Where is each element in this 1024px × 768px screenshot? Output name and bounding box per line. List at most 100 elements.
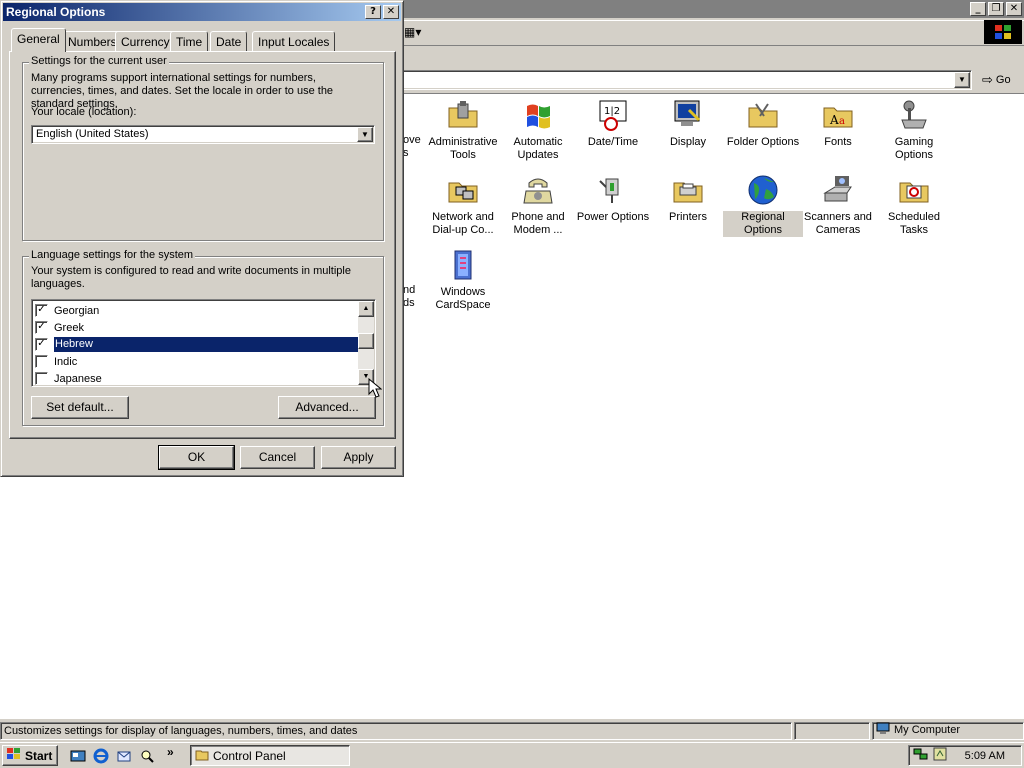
group-title: Settings for the current user [29, 55, 169, 67]
close-icon[interactable]: ✕ [1006, 2, 1022, 16]
start-label: Start [25, 748, 53, 763]
close-icon[interactable]: ✕ [383, 5, 399, 19]
partial-item-label: ove s [403, 134, 421, 159]
internet-explorer-icon[interactable] [91, 746, 111, 766]
joystick-icon [897, 98, 931, 132]
show-desktop-icon[interactable] [68, 746, 88, 766]
address-input[interactable]: ▼ [400, 70, 972, 90]
go-label: Go [995, 74, 1011, 86]
scanner-icon [821, 173, 855, 207]
cp-item-administrative-tools[interactable]: Administrative Tools [423, 98, 503, 162]
go-button[interactable]: ⇨ Go [978, 70, 1018, 90]
status-bar: Customizes settings for display of langu… [0, 721, 1024, 741]
language-list[interactable]: ✓ Georgian ✓ Greek ✓ Hebrew Indic Japane… [31, 299, 376, 387]
clock[interactable]: 5:09 AM [965, 750, 1005, 762]
address-dropdown-icon[interactable]: ▼ [954, 72, 970, 88]
tab-general[interactable]: General [11, 28, 66, 52]
item-label: Administrative Tools [428, 136, 498, 161]
outlook-express-icon[interactable] [114, 746, 134, 766]
quick-launch-more-icon[interactable]: » [167, 745, 174, 759]
cp-item-automatic-updates[interactable]: Automatic Updates [498, 98, 578, 162]
minimize-icon[interactable]: _ [970, 2, 986, 16]
scroll-thumb[interactable] [358, 333, 374, 349]
mouse-cursor-icon [368, 378, 382, 398]
tab-numbers[interactable]: Numbers [62, 31, 123, 51]
windows-logo-icon [984, 20, 1022, 44]
item-label: Date/Time [587, 136, 639, 148]
language-item-hebrew[interactable]: ✓ Hebrew [35, 336, 359, 353]
cp-item-power-options[interactable]: Power Options [573, 173, 653, 224]
locale-select[interactable]: English (United States) ▼ [31, 125, 375, 144]
task-label: Control Panel [213, 748, 286, 763]
ok-button[interactable]: OK [158, 445, 235, 470]
taskbar: Start » Control Panel 5:09 AM [0, 742, 1024, 768]
help-icon[interactable]: ? [365, 5, 381, 19]
chevron-down-icon[interactable]: ▼ [357, 127, 373, 142]
checkbox-unchecked-icon[interactable] [35, 355, 48, 368]
language-item-greek[interactable]: ✓ Greek [35, 319, 359, 336]
calendar-clock-icon: 1|2 [596, 98, 630, 132]
language-name: Indic [54, 355, 78, 368]
item-label: Gaming Options [894, 136, 934, 161]
task-folder-icon [897, 173, 931, 207]
search-icon[interactable] [137, 746, 157, 766]
set-default-button[interactable]: Set default... [31, 396, 129, 419]
cp-item-network[interactable]: Network and Dial-up Co... [423, 173, 503, 237]
restore-icon[interactable]: ❐ [988, 2, 1004, 16]
status-text: Customizes settings for display of langu… [0, 722, 792, 740]
item-label: Power Options [576, 211, 650, 223]
volume-tray-icon[interactable] [933, 747, 947, 764]
language-item-georgian[interactable]: ✓ Georgian [35, 302, 359, 319]
cp-item-printers[interactable]: Printers [648, 173, 728, 224]
fonts-folder-icon: Aa [821, 98, 855, 132]
item-label: Fonts [824, 136, 852, 148]
language-item-japanese[interactable]: Japanese [35, 370, 359, 387]
start-button[interactable]: Start [2, 745, 58, 766]
windows-flag-icon [521, 98, 555, 132]
cp-item-fonts[interactable]: Aa Fonts [798, 98, 878, 149]
system-language-description: Your system is configured to read and wr… [31, 265, 351, 290]
apply-button[interactable]: Apply [321, 446, 396, 469]
cp-item-display[interactable]: Display [648, 98, 728, 149]
svg-text:a: a [839, 116, 845, 127]
cp-item-folder-options[interactable]: Folder Options [723, 98, 803, 149]
language-item-indic[interactable]: Indic [35, 353, 359, 370]
regional-options-dialog: Regional Options ? ✕ General Numbers Cur… [0, 0, 404, 477]
language-name: Greek [54, 321, 84, 334]
checkbox-checked-icon[interactable]: ✓ [35, 338, 48, 351]
item-label: Folder Options [726, 136, 800, 148]
language-name: Georgian [54, 304, 100, 317]
checkbox-checked-icon[interactable]: ✓ [35, 304, 48, 317]
dialog-titlebar[interactable]: Regional Options ? ✕ [3, 3, 401, 21]
item-label: Regional Options [723, 211, 803, 237]
cp-item-scanners-cameras[interactable]: Scanners and Cameras [798, 173, 878, 237]
cp-item-date-time[interactable]: 1|2 Date/Time [573, 98, 653, 149]
taskbar-item-control-panel[interactable]: Control Panel [190, 745, 350, 766]
advanced-button[interactable]: Advanced... [278, 396, 376, 419]
language-name: Hebrew [54, 337, 359, 352]
cp-item-regional-options[interactable]: Regional Options [723, 173, 803, 237]
cardspace-icon [446, 248, 480, 282]
tab-time[interactable]: Time [170, 31, 209, 51]
tab-input-locales[interactable]: Input Locales [252, 31, 336, 51]
checkbox-checked-icon[interactable]: ✓ [35, 321, 48, 334]
scroll-up-icon[interactable]: ▲ [358, 301, 374, 317]
quick-launch [68, 746, 157, 766]
cp-item-windows-cardspace[interactable]: Windows CardSpace [423, 248, 503, 312]
checkbox-unchecked-icon[interactable] [35, 372, 48, 385]
computer-icon [876, 722, 890, 738]
cp-item-gaming-options[interactable]: Gaming Options [874, 98, 954, 162]
plug-icon [596, 173, 630, 207]
cp-item-scheduled-tasks[interactable]: Scheduled Tasks [874, 173, 954, 237]
dialog-title: Regional Options [6, 5, 106, 19]
network-tray-icon[interactable] [913, 747, 929, 764]
go-arrow-icon: ⇨ [982, 72, 993, 87]
cancel-button[interactable]: Cancel [240, 446, 315, 469]
tab-date[interactable]: Date [210, 31, 248, 51]
tab-currency[interactable]: Currency [115, 31, 176, 51]
svg-text:1|2: 1|2 [604, 106, 620, 117]
cp-item-phone-modem[interactable]: Phone and Modem ... [498, 173, 578, 237]
views-icon[interactable]: ▦▾ [404, 25, 421, 39]
language-list-scrollbar[interactable]: ▲ ▼ [358, 301, 374, 385]
item-label: Scanners and Cameras [804, 211, 872, 236]
